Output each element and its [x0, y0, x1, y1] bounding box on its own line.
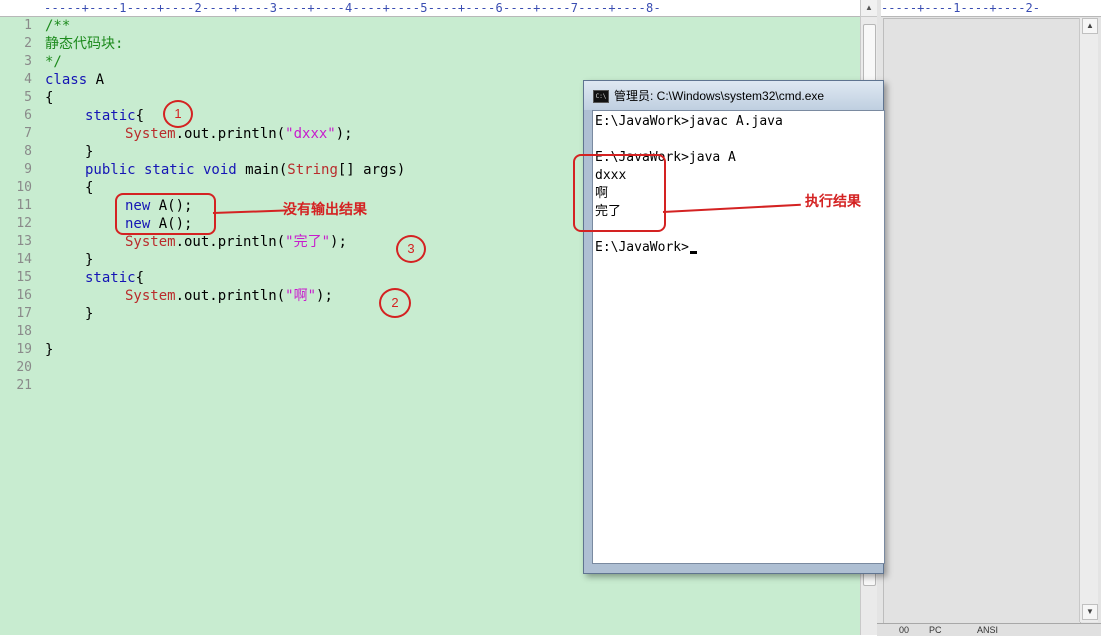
keyword: static [85, 108, 136, 124]
string-literal: "dxxx" [285, 126, 336, 142]
line-number: 10 [16, 180, 32, 195]
line-number: 4 [24, 72, 32, 87]
brace: { [135, 108, 145, 124]
class-ref: System [125, 126, 176, 142]
code-line-4: class A [45, 71, 104, 89]
annotation-connector-line [212, 209, 288, 214]
code-line-2: 静态代码块: [45, 36, 124, 52]
column-ruler: -----+----1----+----2----+----3----+----… [0, 0, 860, 17]
line-number: 21 [16, 378, 32, 393]
code-line-3: */ [45, 54, 62, 70]
annotation-box-new-calls [115, 193, 216, 235]
keyword: static [85, 270, 136, 286]
code-line-5: { [45, 90, 54, 106]
line-number: 12 [16, 216, 32, 231]
line-number: 3 [24, 54, 32, 69]
ruler-text: -----+----1----+----2----+----3----+----… [44, 1, 662, 15]
status-encoding: ANSI [977, 625, 999, 635]
line-number: 7 [24, 126, 32, 141]
line-number: 5 [24, 90, 32, 105]
keyword: class [45, 72, 88, 88]
brace: { [135, 270, 145, 286]
status-line-col: 00 [899, 625, 910, 635]
secondary-vertical-scrollbar[interactable]: ▲ ▼ [1079, 18, 1098, 622]
scroll-up-arrow-icon[interactable]: ▲ [1082, 18, 1098, 34]
line-number: 11 [16, 198, 32, 213]
class-ref: System [125, 288, 176, 304]
secondary-editor-pane: -----+----1----+----2- ▲ ▼ [877, 0, 1101, 635]
method-call: .out.println( [175, 288, 286, 304]
text-cursor [689, 251, 697, 254]
code-line-14: } [85, 252, 94, 268]
line-number: 19 [16, 342, 32, 357]
params: [] args) [337, 162, 406, 178]
class-ref: System [125, 234, 176, 250]
code-line-10: { [85, 180, 94, 196]
annotation-execution-result: 执行结果 [805, 193, 861, 209]
line-number-gutter: 1 2 3 4 5 6 7 8 9 10 11 12 13 14 15 16 1… [0, 17, 40, 635]
code-line-6: static{ [85, 107, 144, 125]
code-line-17: } [85, 306, 94, 322]
line-number: 14 [16, 252, 32, 267]
class-ref: String [287, 162, 338, 178]
secondary-editor-area[interactable] [883, 18, 1081, 624]
scroll-up-arrow-icon[interactable]: ▲ [861, 0, 877, 17]
call-end: ); [316, 288, 333, 304]
status-bar: 00 PC ANSI [877, 623, 1101, 636]
console-line-javac: E:\JavaWork>javac A.java [595, 114, 783, 129]
code-line-1: /** [45, 18, 71, 34]
line-number: 2 [24, 36, 32, 51]
code-line-19: } [45, 342, 54, 358]
line-number: 15 [16, 270, 32, 285]
line-number: 9 [24, 162, 32, 177]
code-line-16: System.out.println("啊"); [125, 287, 333, 305]
annotation-circle-3: 3 [396, 235, 426, 263]
line-number: 6 [24, 108, 32, 123]
string-literal: "啊" [285, 288, 317, 304]
annotation-no-output: 没有输出结果 [283, 201, 367, 217]
method-call: .out.println( [175, 126, 286, 142]
string-literal: "完了" [285, 234, 331, 250]
method-name: main( [236, 162, 288, 178]
line-number: 16 [16, 288, 32, 303]
cmd-window-title: 管理员: C:\Windows\system32\cmd.exe [614, 89, 825, 103]
cmd-title-bar[interactable]: C:\ 管理员: C:\Windows\system32\cmd.exe [584, 81, 883, 110]
code-line-13: System.out.println("完了"); [125, 233, 347, 251]
prompt-text: E:\JavaWork> [595, 240, 689, 255]
annotation-circle-1: 1 [163, 100, 193, 128]
line-number: 18 [16, 324, 32, 339]
keyword: public static void [85, 162, 237, 178]
code-line-7: System.out.println("dxxx"); [125, 125, 353, 143]
line-number: 13 [16, 234, 32, 249]
line-number: 8 [24, 144, 32, 159]
code-line-15: static{ [85, 269, 144, 287]
status-line-ending: PC [929, 625, 942, 635]
method-call: .out.println( [175, 234, 286, 250]
annotation-circle-2: 2 [379, 288, 411, 318]
call-end: ); [330, 234, 347, 250]
call-end: ); [335, 126, 353, 142]
annotation-box-output [573, 154, 666, 232]
cmd-window-icon: C:\ [593, 90, 609, 103]
class-name: A [87, 72, 105, 88]
line-number: 20 [16, 360, 32, 375]
code-line-9: public static void main(String[] args) [85, 161, 405, 179]
line-number: 17 [16, 306, 32, 321]
line-number: 1 [24, 18, 32, 33]
console-prompt[interactable]: E:\JavaWork> [595, 239, 697, 257]
scroll-down-arrow-icon[interactable]: ▼ [1082, 604, 1098, 620]
code-line-8: } [85, 144, 94, 160]
secondary-ruler: -----+----1----+----2- [881, 0, 1101, 17]
